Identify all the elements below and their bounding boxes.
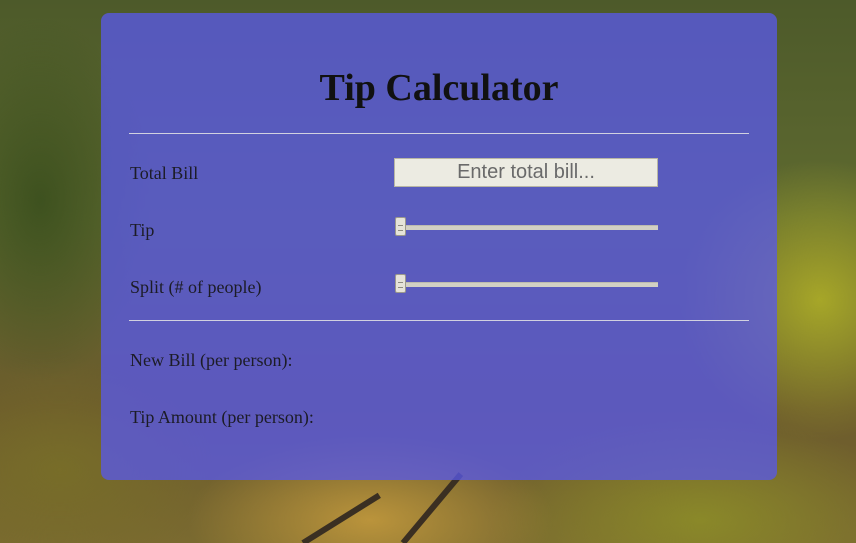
background-rail-right [400,472,464,543]
split-slider-thumb[interactable] [395,274,406,293]
page-title: Tip Calculator [319,67,559,109]
new-bill-label: New Bill (per person): [130,350,293,370]
split-slider-track[interactable] [400,282,658,287]
top-divider [129,133,749,134]
tip-row: Tip [129,215,749,272]
tip-slider-track[interactable] [400,225,658,230]
tip-label: Tip [130,220,155,240]
tip-slider-thumb[interactable] [395,217,406,236]
tip-amount-label: Tip Amount (per person): [130,407,314,427]
tip-slider[interactable] [394,217,658,237]
split-row: Split (# of people) [129,272,749,320]
total-bill-label: Total Bill [130,163,199,183]
middle-divider [129,320,749,321]
background-rail-left [301,492,381,543]
split-slider[interactable] [394,274,658,294]
tip-calculator-card: Tip Calculator Total Bill Tip Split (# o… [101,13,777,480]
total-bill-row: Total Bill [129,158,749,215]
split-label: Split (# of people) [130,277,262,297]
total-bill-input[interactable] [394,158,658,187]
